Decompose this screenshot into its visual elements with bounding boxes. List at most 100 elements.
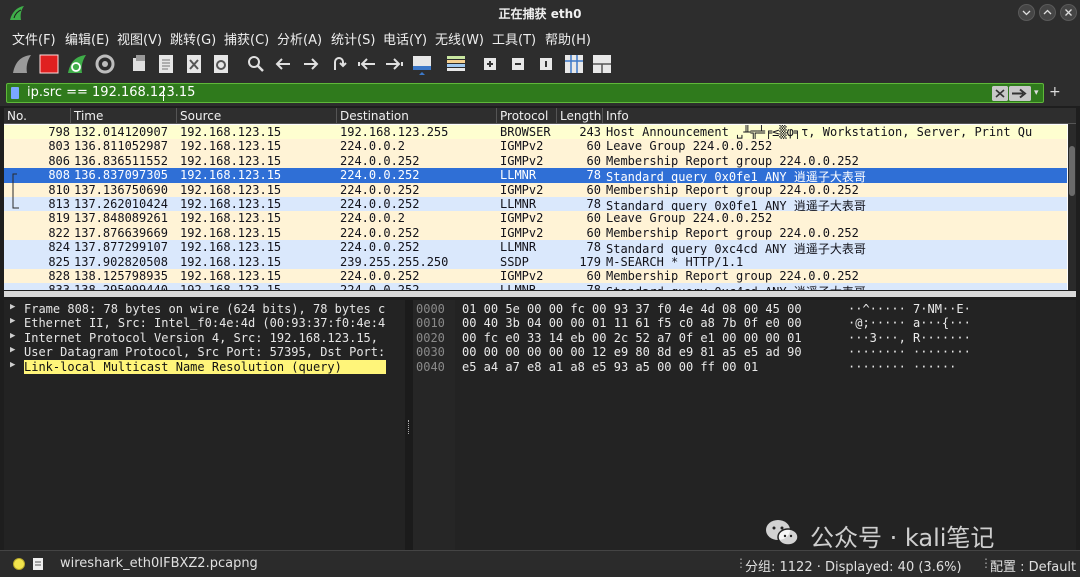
packet-row[interactable]: 808 136.837097305 192.168.123.15 224.0.0.25… [4, 168, 1067, 183]
column-separator[interactable] [176, 108, 177, 124]
apply-filter-icon[interactable] [1009, 86, 1031, 101]
zoom-out-icon[interactable] [506, 52, 530, 76]
detail-row-udp[interactable]: ▶ User Datagram Protocol, Src Port: 57395… [4, 345, 405, 359]
hex-ascii-row[interactable]: ········ ······ [848, 360, 956, 374]
expand-arrow-icon[interactable]: ▶ [10, 302, 15, 312]
menu-help[interactable]: 帮助(H) [545, 29, 591, 48]
hex-bytes-row[interactable]: 00 40 3b 04 00 00 01 11 61 f5 c0 a8 7b 0… [462, 316, 802, 330]
display-filter-input[interactable]: ip.src == 192.168.123.15 ▾ [6, 83, 1044, 103]
open-file-icon[interactable] [128, 52, 152, 76]
capture-comment-icon[interactable] [32, 557, 44, 571]
column-separator[interactable] [336, 108, 337, 124]
resize-columns-icon[interactable] [562, 52, 586, 76]
splitter-grip-icon[interactable] [408, 420, 410, 434]
hex-offset[interactable]: 0040 [416, 360, 445, 374]
hex-offset[interactable]: 0010 [416, 316, 445, 330]
filter-history-dropdown-icon[interactable]: ▾ [1034, 86, 1042, 101]
hex-ascii-row[interactable]: ·@;····· a···{··· [848, 316, 971, 330]
menu-go[interactable]: 跳转(G) [170, 29, 216, 48]
maximize-button[interactable] [1039, 4, 1056, 21]
go-back-icon[interactable] [271, 52, 295, 76]
expand-arrow-icon[interactable]: ▶ [10, 360, 15, 370]
menu-edit[interactable]: 编辑(E) [65, 29, 109, 48]
packet-row[interactable]: 822 137.876639669 192.168.123.15 224.0.0.25… [4, 225, 1067, 241]
hex-bytes-row[interactable]: e5 a4 a7 e8 a1 a8 e5 93 a5 00 00 ff 00 0… [462, 360, 758, 374]
column-separator[interactable] [602, 108, 603, 124]
menu-file[interactable]: 文件(F) [12, 29, 56, 48]
packet-row[interactable]: 819 137.848089261 192.168.123.15 224.0.0.2 I… [4, 211, 1067, 226]
vertical-pane-splitter[interactable] [405, 300, 413, 550]
add-filter-button-icon[interactable]: + [1049, 84, 1061, 100]
col-length[interactable]: Length [560, 109, 601, 123]
hex-offset[interactable]: 0000 [416, 302, 445, 316]
close-file-icon[interactable] [182, 52, 206, 76]
packet-row[interactable]: 833 138.295099440 192.168.123.15 224.0.0.25… [4, 283, 1067, 290]
reload-file-icon[interactable] [209, 52, 233, 76]
bookmark-icon[interactable] [11, 87, 19, 99]
minimize-button[interactable] [1018, 4, 1035, 21]
expand-arrow-icon[interactable]: ▶ [10, 316, 15, 326]
go-to-packet-icon[interactable] [327, 52, 351, 76]
packet-row[interactable]: 828 138.125798935 192.168.123.15 224.0.0.25… [4, 269, 1067, 284]
hex-bytes-row[interactable]: 00 fc e0 33 14 eb 00 2c 52 a7 0f e1 00 0… [462, 331, 802, 345]
last-packet-icon[interactable] [382, 52, 406, 76]
zoom-in-icon[interactable] [478, 52, 502, 76]
hex-ascii-row[interactable]: ········ ········ [848, 345, 971, 359]
go-forward-icon[interactable] [299, 52, 323, 76]
filter-text[interactable]: ip.src == 192.168.123.15 [27, 85, 195, 100]
detail-row-llmnr[interactable]: ▶ Link-local Multicast Name Resolution (q… [4, 359, 405, 374]
layout-icon[interactable] [590, 52, 614, 76]
auto-scroll-icon[interactable] [410, 52, 434, 76]
menu-wireless[interactable]: 无线(W) [435, 29, 484, 48]
packet-list-scrollbar[interactable] [1068, 124, 1076, 290]
restart-capture-icon[interactable] [65, 52, 89, 76]
scrollbar-thumb[interactable] [1069, 146, 1075, 196]
col-protocol[interactable]: Protocol [500, 109, 548, 123]
packet-row[interactable]: 806 136.836511552 192.168.123.15 224.0.0.25… [4, 153, 1067, 169]
menu-analyze[interactable]: 分析(A) [277, 29, 322, 48]
expand-arrow-icon[interactable]: ▶ [10, 345, 15, 355]
hex-offset[interactable]: 0030 [416, 345, 445, 359]
hex-bytes-row[interactable]: 01 00 5e 00 00 fc 00 93 37 f0 4e 4d 08 0… [462, 302, 802, 316]
start-capture-icon[interactable] [10, 52, 34, 76]
hex-offset[interactable]: 0020 [416, 331, 445, 345]
column-separator[interactable] [70, 108, 71, 124]
menu-statistics[interactable]: 统计(S) [331, 29, 375, 48]
menu-capture[interactable]: 捕获(C) [224, 29, 269, 48]
detail-row-ethernet[interactable]: ▶ Ethernet II, Src: Intel_f0:4e:4d (00:93… [4, 316, 405, 330]
clear-filter-icon[interactable] [992, 86, 1008, 101]
packet-row[interactable]: 813 137.262010424 192.168.123.15 224.0.0.25… [4, 197, 1067, 212]
col-info[interactable]: Info [606, 109, 629, 123]
expert-info-led-icon[interactable] [13, 558, 25, 570]
colorize-icon[interactable] [444, 52, 468, 76]
col-time[interactable]: Time [74, 109, 103, 123]
packet-list-hscrollbar[interactable] [4, 291, 1076, 297]
hex-ascii-row[interactable]: ··^····· 7·NM··E· [848, 302, 971, 316]
stop-capture-icon[interactable] [37, 52, 61, 76]
detail-row-frame[interactable]: ▶ Frame 808: 78 bytes on wire (624 bits),… [4, 302, 405, 316]
menu-view[interactable]: 视图(V) [117, 29, 162, 48]
col-destination[interactable]: Destination [340, 109, 409, 123]
menu-telephony[interactable]: 电话(Y) [383, 29, 427, 48]
col-source[interactable]: Source [180, 109, 221, 123]
profile-selector[interactable]: 配置 : Default [990, 556, 1076, 575]
hex-ascii-row[interactable]: ···3···, R······· [848, 331, 971, 345]
close-window-button[interactable] [1060, 4, 1077, 21]
packet-row[interactable]: 798 132.014120907 192.168.123.15 192.168.12… [4, 125, 1067, 140]
col-no[interactable]: No. [7, 109, 27, 123]
detail-row-ipv4[interactable]: ▶ Internet Protocol Version 4, Src: 192.1… [4, 331, 405, 345]
hex-bytes-row[interactable]: 00 00 00 00 00 00 12 e9 80 8d e9 81 a5 e… [462, 345, 802, 359]
save-file-icon[interactable] [154, 52, 178, 76]
first-packet-icon[interactable] [355, 52, 379, 76]
expand-arrow-icon[interactable]: ▶ [10, 331, 15, 341]
column-separator[interactable] [496, 108, 497, 124]
capture-options-icon[interactable] [93, 52, 117, 76]
find-packet-icon[interactable] [244, 52, 268, 76]
menu-tools[interactable]: 工具(T) [492, 29, 536, 48]
packet-row[interactable]: 803 136.811052987 192.168.123.15 224.0.0.2 I… [4, 139, 1067, 154]
column-separator[interactable] [556, 108, 557, 124]
packet-row[interactable]: 825 137.902820508 192.168.123.15 239.255.25… [4, 254, 1067, 269]
packet-row[interactable]: 810 137.136750690 192.168.123.15 224.0.0.25… [4, 182, 1067, 197]
normal-size-icon[interactable] [534, 52, 558, 76]
packet-row[interactable]: 824 137.877299107 192.168.123.15 224.0.0.25… [4, 240, 1067, 255]
